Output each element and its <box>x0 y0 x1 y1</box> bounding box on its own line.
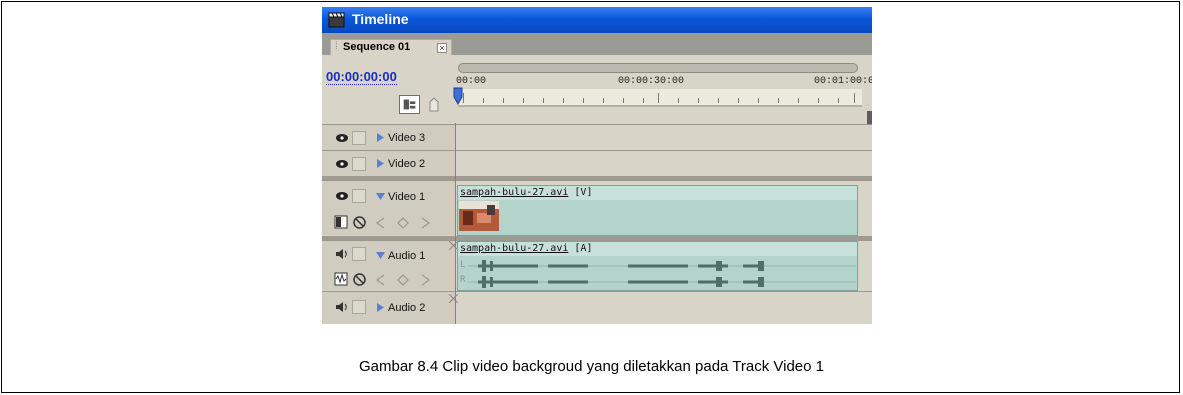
ruler-tick <box>483 98 484 103</box>
transition-icon <box>449 294 458 303</box>
timeline-window: Timeline ⁞ Sequence 01 × 00:00:00:00 00:… <box>322 7 872 324</box>
ruler-tick <box>603 98 604 103</box>
speaker-icon[interactable] <box>335 249 349 259</box>
track-name: Audio 1 <box>388 250 426 262</box>
ruler-tick <box>778 98 779 103</box>
eye-icon[interactable] <box>335 133 349 143</box>
track-row-audio-2: Audio 2 <box>322 291 872 324</box>
clip-header: sampah-bulu-27.avi [V] <box>458 186 857 200</box>
ruler-tick <box>678 98 679 103</box>
display-style-icon[interactable] <box>334 215 348 229</box>
playhead-line[interactable] <box>455 123 456 324</box>
video-clip[interactable]: sampah-bulu-27.avi [V] <box>457 185 858 236</box>
audio-clip[interactable]: sampah-bulu-27.avi [A] L R <box>457 241 858 291</box>
playhead-handle-icon[interactable] <box>453 87 463 105</box>
work-area-bar[interactable] <box>458 89 862 107</box>
waveform-display-icon[interactable] <box>334 272 348 286</box>
window-title: Timeline <box>352 11 409 27</box>
snap-icon[interactable] <box>399 95 420 114</box>
collapse-triangle-icon[interactable] <box>376 251 385 260</box>
track-header-audio-1: Audio 1 <box>322 241 456 290</box>
ruler-tick <box>543 98 544 103</box>
ruler-tick <box>798 98 799 103</box>
ruler-label-start: 00:00 <box>456 76 487 87</box>
current-timecode[interactable]: 00:00:00:00 <box>326 69 397 85</box>
track-header-video-1: Video 1 <box>322 181 456 235</box>
track-name: Video 3 <box>388 132 426 144</box>
track-row-video-2: Video 2 <box>322 150 872 176</box>
keyframe-toggle-icon[interactable] <box>353 216 366 229</box>
title-bar[interactable]: Timeline <box>322 7 872 33</box>
lock-toggle[interactable] <box>352 300 366 314</box>
ruler-tick <box>758 98 759 103</box>
clip-header: sampah-bulu-27.avi [A] <box>458 242 857 256</box>
timeline-controls: 00:00:00:00 <box>322 55 454 124</box>
clapperboard-icon <box>328 12 345 28</box>
ruler-tick <box>718 98 719 103</box>
tab-close-button[interactable]: × <box>437 43 447 53</box>
clip-label: sampah-bulu-27.avi [A] <box>460 243 593 254</box>
lock-toggle[interactable] <box>352 157 366 171</box>
channel-right-label: R <box>460 275 466 285</box>
ruler-label-end: 00:01:00:0 <box>814 76 872 87</box>
clip-label: sampah-bulu-27.avi [V] <box>460 187 593 198</box>
track-row-video-3: Video 3 <box>322 124 872 150</box>
ruler-tick <box>463 93 464 103</box>
keyframe-toggle-icon[interactable] <box>353 273 366 286</box>
ruler-tick <box>818 98 819 103</box>
tab-strip: ⁞ Sequence 01 × <box>322 33 872 55</box>
zoom-scrollbar[interactable] <box>458 63 858 73</box>
set-marker-icon[interactable] <box>428 97 440 112</box>
track-name: Audio 2 <box>388 302 426 314</box>
track-header-video-2: Video 2 <box>322 151 456 176</box>
lock-toggle[interactable] <box>352 189 366 203</box>
ruler-tick <box>643 98 644 103</box>
ruler-tick <box>563 98 564 103</box>
ruler-tick <box>738 98 739 103</box>
ruler-label-mid: 00:00:30:00 <box>618 76 685 87</box>
audio-waveform <box>468 260 856 288</box>
channel-left-label: L <box>460 260 466 270</box>
track-header-audio-2: Audio 2 <box>322 292 456 324</box>
ruler-tick <box>623 98 624 103</box>
ruler-tick <box>854 93 855 103</box>
expand-triangle-icon[interactable] <box>376 159 385 168</box>
ruler-tick <box>698 98 699 103</box>
keyframe-navigator-icon[interactable] <box>374 217 432 229</box>
grip-icon: ⁞ <box>335 41 338 52</box>
lock-toggle[interactable] <box>352 247 366 261</box>
tab-sequence-01[interactable]: ⁞ Sequence 01 × <box>330 39 452 55</box>
eye-icon[interactable] <box>335 159 349 169</box>
lock-toggle[interactable] <box>352 131 366 145</box>
expand-triangle-icon[interactable] <box>376 303 385 312</box>
eye-icon[interactable] <box>335 191 349 201</box>
track-header-video-3: Video 3 <box>322 125 456 150</box>
collapse-triangle-icon[interactable] <box>376 192 385 201</box>
track-name: Video 1 <box>388 191 426 203</box>
time-ruler[interactable]: 00:00 00:00:30:00 00:01:00:0 <box>454 55 872 124</box>
ruler-tick <box>503 98 504 103</box>
keyframe-navigator-icon[interactable] <box>374 274 432 286</box>
ruler-tick <box>523 98 524 103</box>
ruler-tick <box>838 98 839 103</box>
track-name: Video 2 <box>388 158 426 170</box>
expand-triangle-icon[interactable] <box>376 133 385 142</box>
speaker-icon[interactable] <box>335 302 349 312</box>
ruler-tick <box>658 93 659 103</box>
ruler-end-cap <box>867 111 872 124</box>
clip-thumbnail <box>459 201 499 231</box>
tab-label: Sequence 01 <box>343 41 411 53</box>
ruler-tick <box>583 98 584 103</box>
figure-caption: Gambar 8.4 Clip video backgroud yang dil… <box>358 358 824 375</box>
